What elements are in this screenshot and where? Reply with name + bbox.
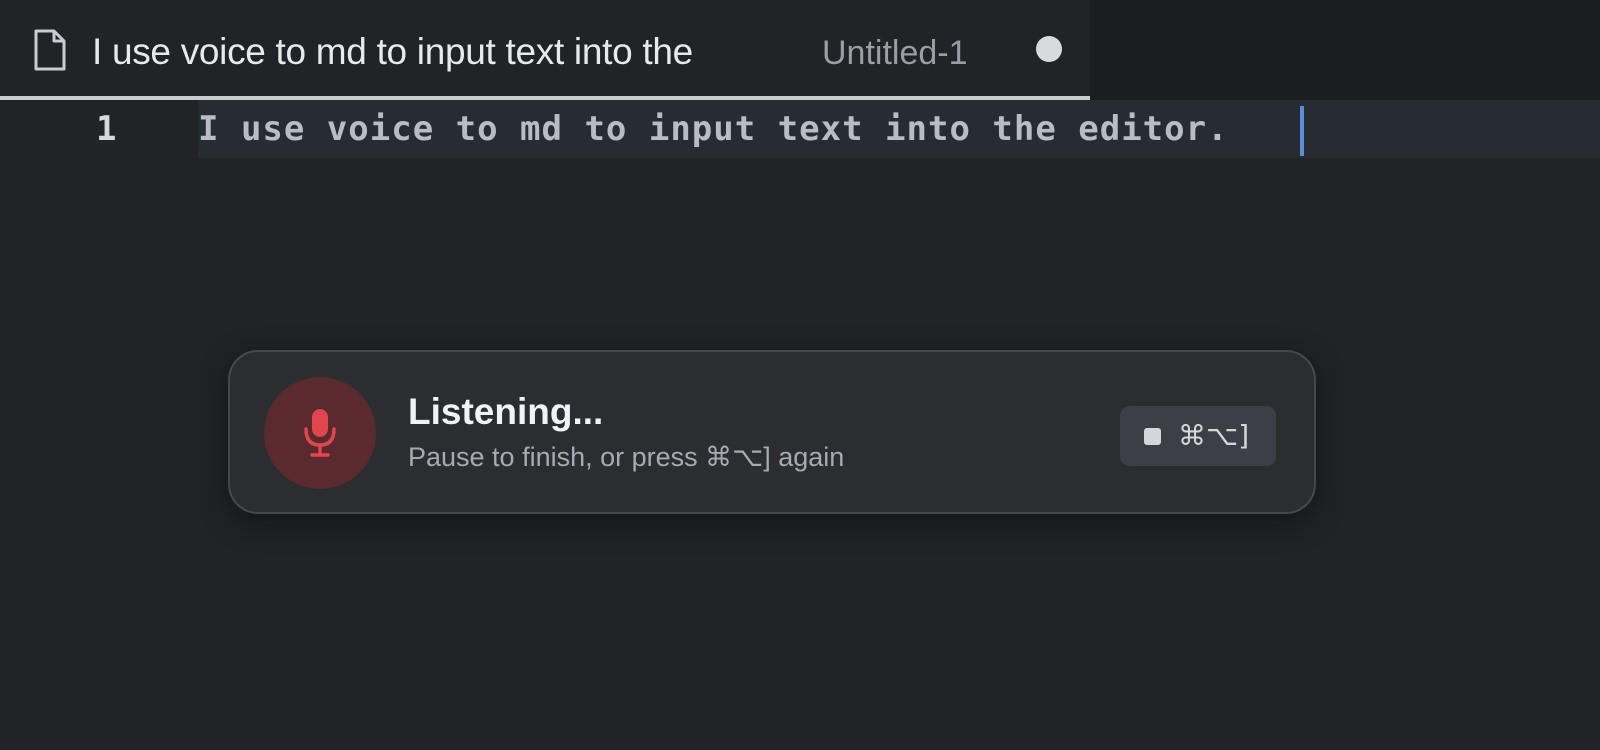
- stop-shortcut-label: ⌘⌥]: [1178, 419, 1250, 452]
- editor-tab[interactable]: I use voice to md to input text into the…: [0, 0, 1090, 100]
- text-cursor: [1300, 106, 1304, 156]
- tab-title: I use voice to md to input text into the: [92, 31, 693, 72]
- file-icon: [34, 29, 66, 71]
- stop-icon: [1144, 428, 1161, 445]
- line-number: 1: [96, 109, 117, 149]
- microphone-icon: [304, 409, 336, 457]
- editor-window: I use voice to md to input text into the…: [0, 0, 1600, 750]
- mic-indicator: [264, 377, 376, 489]
- voice-dictation-popup: Listening... Pause to finish, or press ⌘…: [228, 350, 1316, 514]
- stop-dictation-button[interactable]: ⌘⌥]: [1120, 406, 1276, 466]
- unsaved-dot-icon[interactable]: [1036, 36, 1062, 62]
- listening-hint: Pause to finish, or press ⌘⌥] again: [408, 442, 845, 472]
- code-line[interactable]: I use voice to md to input text into the…: [198, 104, 1229, 154]
- listening-title: Listening...: [408, 391, 604, 432]
- tab-description: Untitled-1: [822, 34, 968, 72]
- tab-bar: I use voice to md to input text into the…: [0, 0, 1600, 100]
